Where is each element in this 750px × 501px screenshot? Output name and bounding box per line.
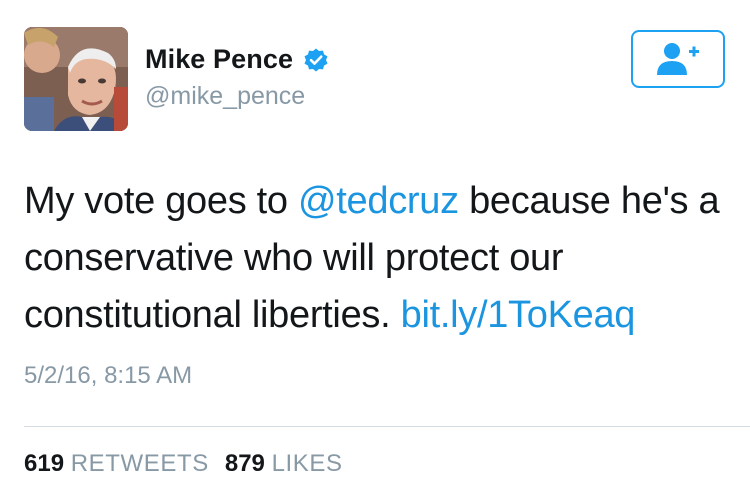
retweets-count: 619 bbox=[24, 450, 65, 477]
tweet-url-link[interactable]: bit.ly/1ToKeaq bbox=[401, 294, 636, 336]
follow-user-plus-icon bbox=[657, 43, 699, 75]
name-row: Mike Pence bbox=[145, 44, 329, 75]
divider bbox=[24, 426, 750, 427]
tweet-timestamp[interactable]: 5/2/16, 8:15 AM bbox=[24, 362, 192, 390]
mention-link[interactable]: @tedcruz bbox=[298, 180, 459, 222]
follow-button[interactable] bbox=[631, 30, 725, 88]
verified-badge-icon bbox=[303, 47, 329, 73]
tweet-text: My vote goes to @tedcruz because he's a … bbox=[24, 173, 736, 344]
profile-photo-icon bbox=[24, 27, 128, 131]
display-name[interactable]: Mike Pence bbox=[145, 44, 293, 75]
likes-stat[interactable]: 879 LIKES bbox=[225, 450, 343, 477]
likes-count: 879 bbox=[224, 450, 265, 477]
user-handle[interactable]: @mike_pence bbox=[145, 82, 305, 111]
avatar[interactable] bbox=[24, 27, 128, 131]
retweets-label: RETWEETS bbox=[70, 450, 209, 477]
retweets-stat[interactable]: 619 RETWEETS bbox=[24, 450, 209, 477]
likes-label: LIKES bbox=[271, 450, 343, 477]
tweet-text-start: My vote goes to bbox=[24, 180, 299, 222]
tweet-stats: 619 RETWEETS 879 LIKES bbox=[24, 450, 343, 478]
